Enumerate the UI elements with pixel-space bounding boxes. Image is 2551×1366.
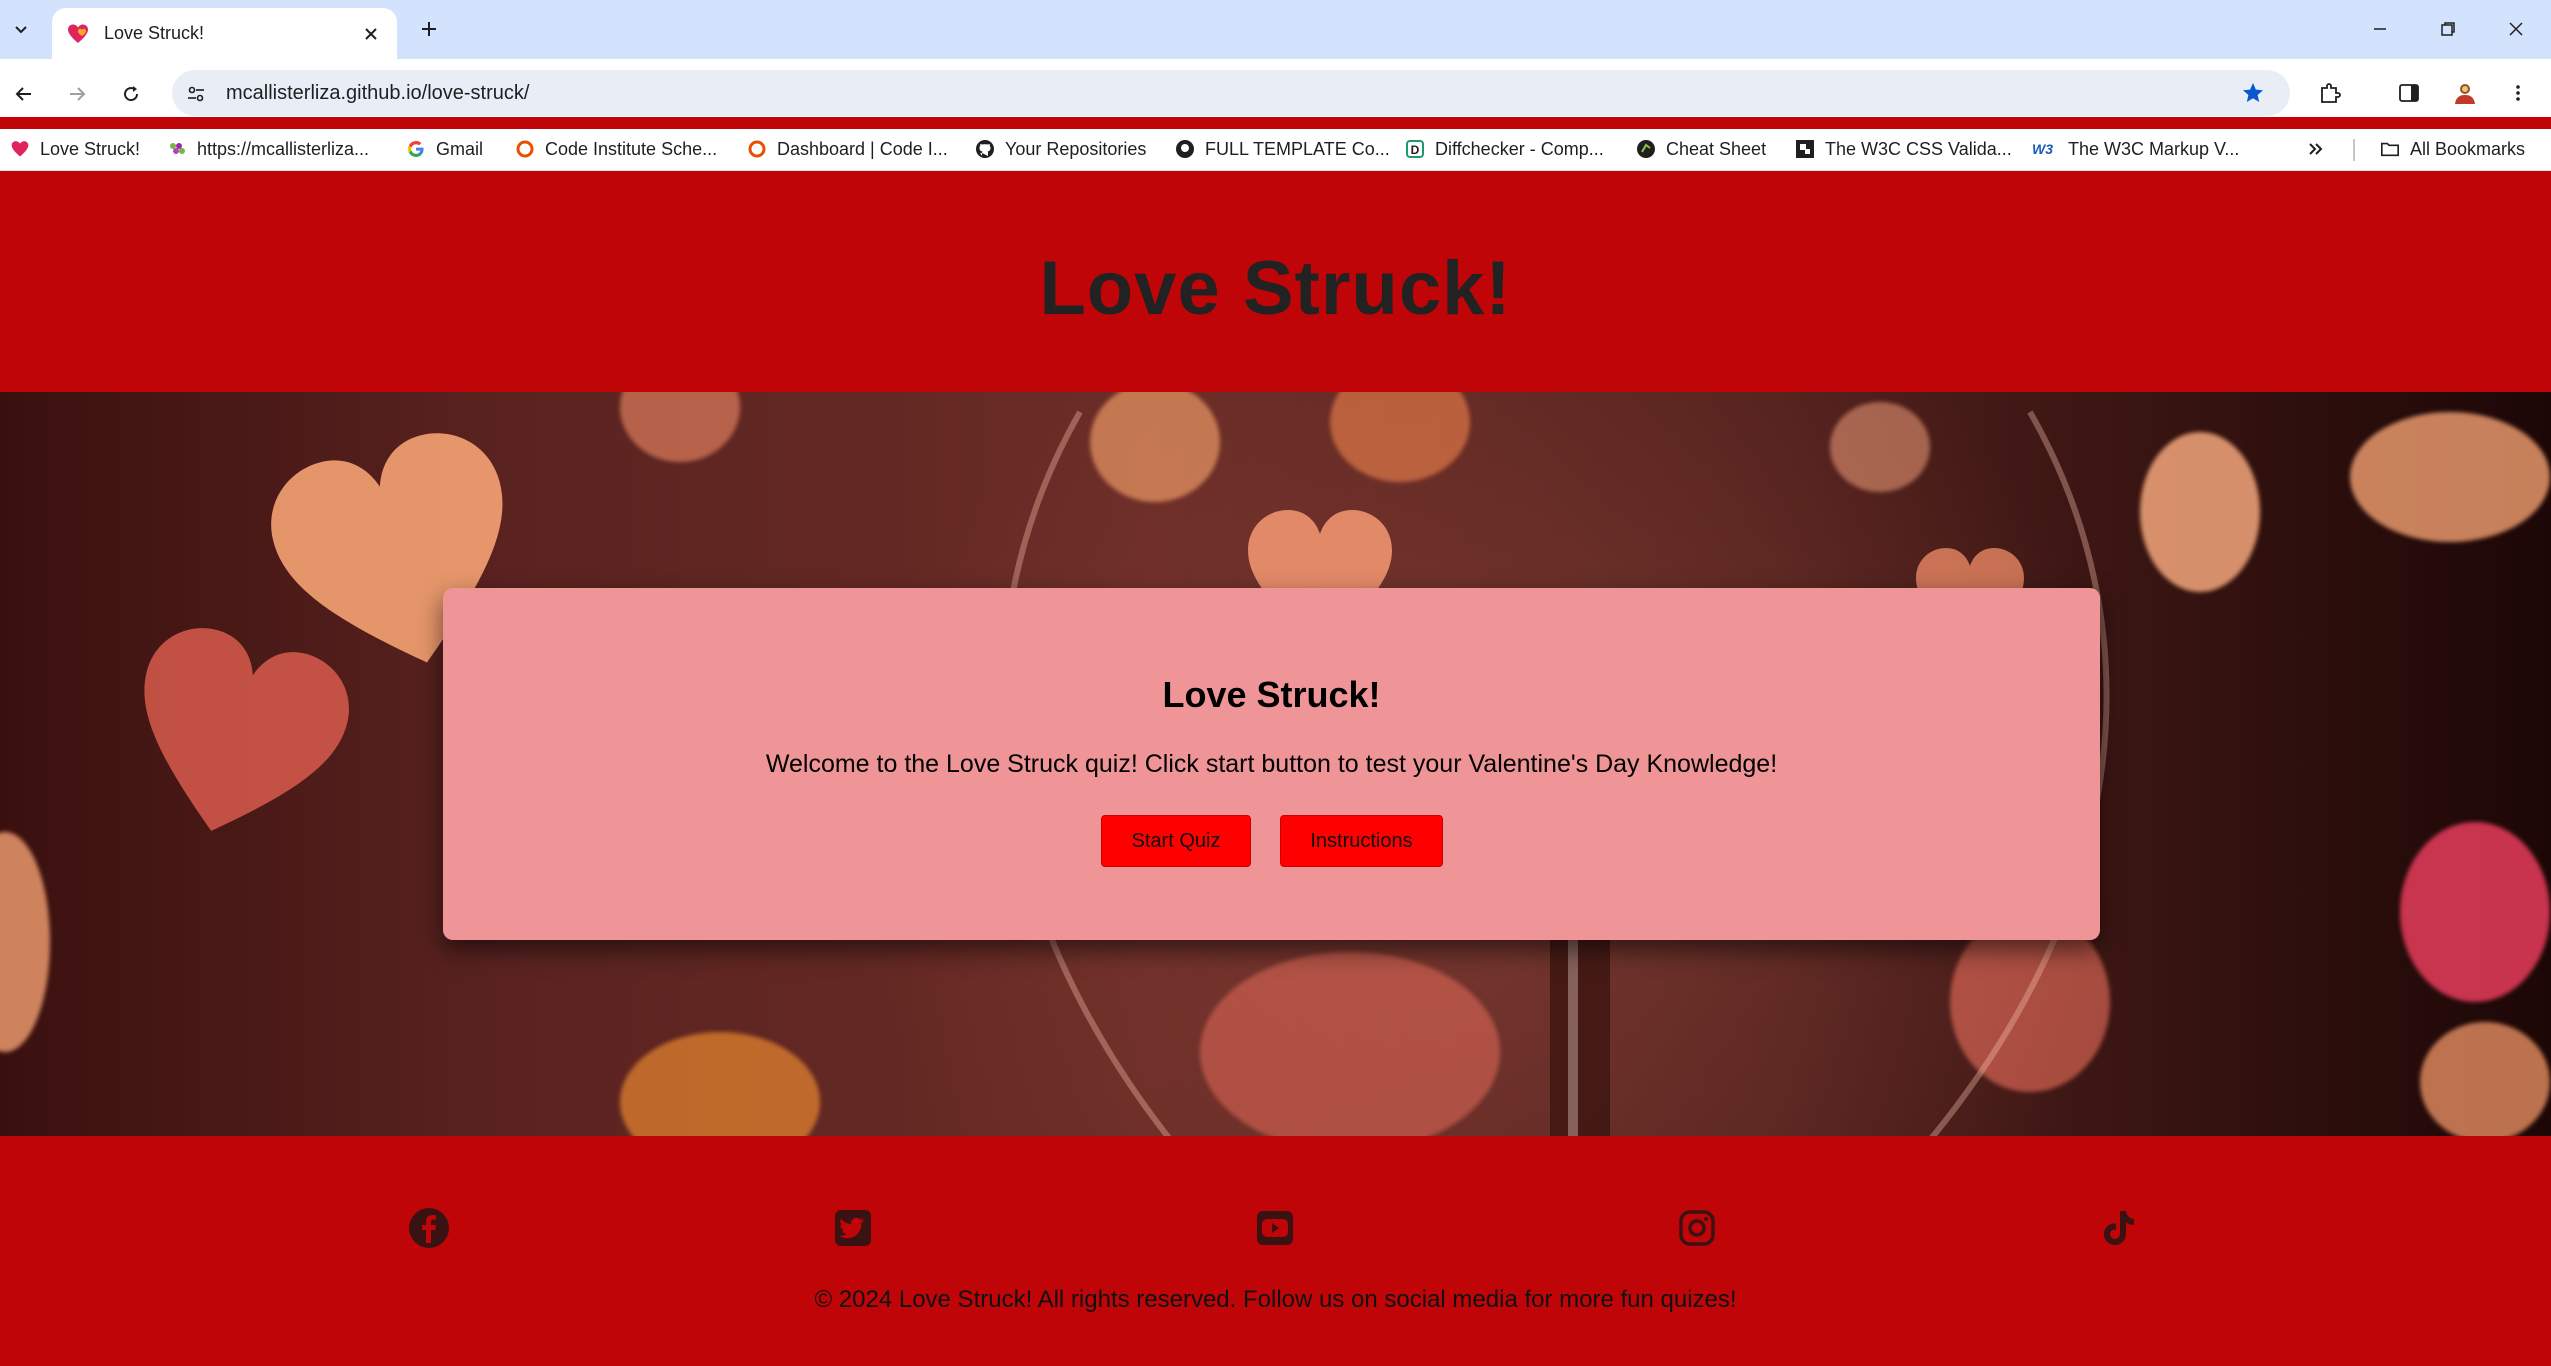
svg-text:D: D (1411, 143, 1420, 157)
bokeh-light (620, 1032, 820, 1136)
github-icon (1175, 139, 1195, 159)
site-footer (0, 1136, 2551, 1366)
puzzle-icon (2321, 83, 2341, 103)
minimize-button[interactable] (2358, 10, 2402, 48)
bokeh-light (2400, 822, 2550, 1002)
bookmark-item[interactable]: FULL TEMPLATE Co... (1175, 129, 1390, 169)
google-icon (406, 139, 426, 159)
arrow-left-icon (15, 87, 31, 101)
restore-icon (2441, 22, 2455, 36)
bookmark-label: Dashboard | Code I... (777, 138, 948, 159)
arrow-right-icon (70, 87, 86, 101)
bookmark-item[interactable]: D Diffchecker - Comp... (1405, 129, 1604, 169)
bookmark-item[interactable]: Your Repositories (975, 129, 1146, 169)
reload-icon (124, 86, 139, 102)
bokeh-light (2420, 1022, 2550, 1136)
close-window-button[interactable] (2494, 10, 2538, 48)
bookmark-item[interactable]: Cheat Sheet (1636, 129, 1766, 169)
avatar-icon (2455, 84, 2475, 104)
active-tab[interactable]: Love Struck! (52, 8, 397, 59)
side-panel-button[interactable] (2392, 76, 2426, 110)
restore-button[interactable] (2426, 10, 2470, 48)
new-tab-button[interactable] (414, 14, 444, 44)
cheat-sheet-icon (1636, 139, 1656, 159)
bookmarks-bar: Love Struck! https://mcallisterliza... G… (0, 129, 2551, 171)
bookmark-label: Code Institute Sche... (545, 138, 718, 159)
chevron-double-right-icon (2309, 143, 2323, 155)
all-bookmarks-button[interactable]: All Bookmarks (2380, 129, 2525, 169)
svg-text:W3: W3 (2032, 141, 2053, 157)
close-icon (2509, 22, 2523, 36)
url-text[interactable]: mcallisterliza.github.io/love-struck/ (226, 82, 529, 105)
browser-menu-button[interactable] (2501, 76, 2535, 110)
forward-button[interactable] (60, 77, 94, 111)
tiktok-icon[interactable] (2096, 1206, 2140, 1250)
start-quiz-button[interactable]: Start Quiz (1101, 815, 1251, 867)
instructions-button[interactable]: Instructions (1280, 815, 1443, 867)
side-panel-icon (2399, 84, 2419, 102)
diffchecker-icon: D (1405, 139, 1425, 159)
bookmark-label: Love Struck! (40, 138, 141, 159)
close-icon[interactable] (359, 22, 383, 46)
footer-copyright: © 2024 Love Struck! All rights reserved.… (814, 1286, 1737, 1313)
bookmark-label: Diffchecker - Comp... (1435, 138, 1604, 159)
w3c-css-icon (1795, 139, 1815, 159)
welcome-text: Welcome to the Love Struck quiz! Click s… (765, 750, 1778, 778)
bookmark-item[interactable]: https://mcallisterliza... (167, 129, 369, 169)
bookmark-item[interactable]: W3 The W3C Markup V... (2032, 129, 2239, 169)
twitter-icon[interactable] (831, 1206, 875, 1250)
bokeh-light (2350, 412, 2550, 542)
star-icon (2243, 83, 2263, 102)
youtube-icon[interactable] (1253, 1206, 1297, 1250)
tune-icon (188, 86, 204, 102)
bookmarks-overflow-button[interactable] (2306, 129, 2326, 169)
reload-button[interactable] (114, 77, 148, 111)
bookmark-label: Gmail (436, 138, 484, 159)
bookmark-label: The W3C CSS Valida... (1825, 138, 2012, 159)
site-title: Love Struck! (1039, 245, 1512, 331)
bookmark-item[interactable]: Gmail (406, 129, 483, 169)
minimize-icon (2374, 28, 2386, 30)
bookmark-item[interactable]: Code Institute Sche... (515, 129, 717, 169)
bookmark-item[interactable]: Love Struck! (10, 129, 140, 169)
instagram-icon[interactable] (1675, 1206, 1719, 1250)
github-icon (975, 139, 995, 159)
grapes-favicon-icon (167, 139, 187, 159)
bookmark-item[interactable]: Dashboard | Code I... (747, 129, 948, 169)
bokeh-light (620, 392, 740, 462)
heart-favicon-icon (68, 24, 88, 43)
plus-icon (422, 22, 436, 36)
back-button[interactable] (7, 77, 41, 111)
facebook-icon[interactable] (407, 1206, 451, 1250)
hero-background: Love Struck! Welcome to the Love Struck … (0, 392, 2551, 1136)
folder-icon (2380, 139, 2400, 159)
bookmark-label: https://mcallisterliza... (197, 138, 370, 159)
heart-favicon-icon (10, 139, 30, 159)
tab-title: Love Struck! (104, 23, 205, 43)
bookmarks-divider (2353, 139, 2355, 161)
bookmark-label: The W3C Markup V... (2068, 138, 2240, 159)
card-title: Love Struck! (1162, 674, 1381, 715)
bokeh-light (0, 832, 50, 1052)
profile-avatar[interactable] (2448, 76, 2482, 110)
extensions-button[interactable] (2313, 76, 2347, 110)
bookmark-star-button[interactable] (2236, 76, 2270, 110)
heart-shape (144, 628, 349, 831)
all-bookmarks-label: All Bookmarks (2410, 138, 2526, 159)
welcome-card: Love Struck! Welcome to the Love Struck … (443, 588, 2100, 940)
w3c-icon: W3 (2032, 139, 2058, 159)
chevron-down-icon (15, 26, 27, 34)
code-institute-icon (747, 139, 767, 159)
site-header: Love Struck! (0, 183, 2551, 393)
site-info-button[interactable] (180, 78, 212, 110)
bookmark-label: Your Repositories (1005, 138, 1147, 159)
bookmark-label: Cheat Sheet (1666, 138, 1767, 159)
tab-search-button[interactable] (4, 12, 38, 46)
bookmark-label: FULL TEMPLATE Co... (1205, 138, 1390, 159)
bookmark-item[interactable]: The W3C CSS Valida... (1795, 129, 2012, 169)
more-vertical-icon (2516, 85, 2520, 101)
code-institute-icon (515, 139, 535, 159)
